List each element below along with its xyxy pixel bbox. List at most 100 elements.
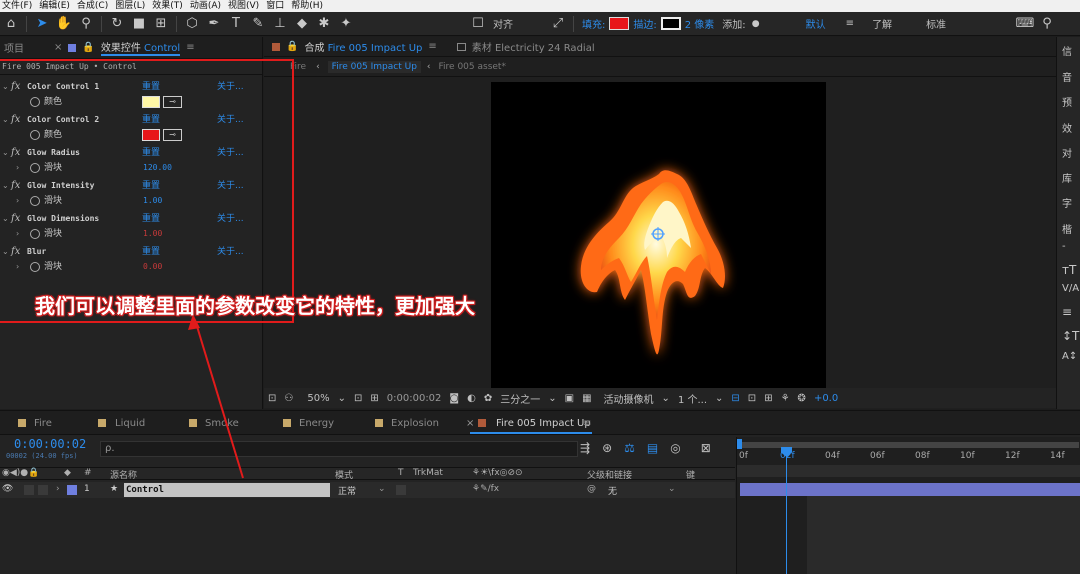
- draft-3d-icon[interactable]: ⊛: [602, 441, 612, 455]
- camera-select[interactable]: 活动摄像机: [604, 391, 654, 406]
- camera-tool-icon[interactable]: ■: [128, 14, 150, 34]
- about-link[interactable]: 关于...: [217, 179, 244, 193]
- close-icon[interactable]: ×: [54, 42, 62, 53]
- zoom-select[interactable]: 50%: [307, 393, 329, 404]
- exposure-value[interactable]: +0.0: [814, 393, 838, 404]
- panel-effects[interactable]: 效: [1062, 120, 1072, 135]
- stroke-width-value[interactable]: 2 像素: [685, 16, 715, 31]
- lock-icon[interactable]: 🔒: [82, 42, 94, 53]
- expand-chevron-icon[interactable]: ⌄: [2, 212, 9, 226]
- always-preview-icon[interactable]: ⊡: [268, 393, 276, 404]
- reset-link[interactable]: 重置: [142, 245, 160, 259]
- lock-icon[interactable]: 🔒: [286, 41, 298, 52]
- reset-link[interactable]: 重置: [142, 113, 160, 127]
- text-tool-icon[interactable]: T: [225, 14, 247, 34]
- effect-row[interactable]: ⌄ fx Glow Radius 重置 关于...: [0, 146, 262, 160]
- tab-timeline[interactable]: Liquid: [115, 418, 145, 429]
- about-link[interactable]: 关于...: [217, 146, 244, 160]
- timeline-icon[interactable]: ⊞: [764, 393, 772, 404]
- grid-icon[interactable]: ⊞: [370, 393, 378, 404]
- brush-tool-icon[interactable]: ✎: [247, 14, 269, 34]
- graph-editor-icon[interactable]: ⊠: [701, 441, 711, 455]
- transparency-grid-icon[interactable]: ▦: [582, 393, 591, 404]
- effect-row[interactable]: ⌄ fx Blur 重置 关于...: [0, 245, 262, 259]
- expand-chevron-icon[interactable]: ⌄: [2, 146, 9, 160]
- layer-label-color[interactable]: [67, 485, 77, 495]
- tab-timeline-active[interactable]: Fire 005 Impact Up: [496, 418, 591, 429]
- chevron-down-icon[interactable]: ⌄: [662, 393, 670, 404]
- channel-icon[interactable]: ✿: [484, 393, 492, 404]
- layer-row[interactable]: 👁 › 1 ★ Control 正常 ⌄ ⚘✎/fx @ 无 ⌄: [0, 482, 735, 498]
- effect-row[interactable]: ⌄ fx Color Control 2 重置 关于...: [0, 113, 262, 127]
- preserve-transparency-toggle[interactable]: [396, 485, 406, 495]
- vr-icon[interactable]: ⚇: [284, 393, 293, 404]
- fx-icon[interactable]: fx: [11, 179, 20, 193]
- tab-effect-controls[interactable]: 效果控件 Control: [100, 39, 181, 56]
- tab-timeline[interactable]: Explosion: [391, 418, 439, 429]
- roto-brush-tool-icon[interactable]: ✱: [313, 14, 335, 34]
- panel-library[interactable]: 库: [1062, 170, 1072, 185]
- chevron-down-icon[interactable]: ⌄: [378, 484, 386, 494]
- layer-search-input[interactable]: ρ.: [100, 441, 578, 457]
- stopwatch-icon[interactable]: [30, 262, 40, 272]
- about-link[interactable]: 关于...: [217, 245, 244, 259]
- menu-animation[interactable]: 动画(A): [188, 0, 226, 12]
- panel-align[interactable]: 对: [1062, 145, 1072, 160]
- tab-composition[interactable]: 合成 Fire 005 Impact Up: [304, 39, 422, 54]
- mode-header[interactable]: 模式: [335, 468, 353, 481]
- about-link[interactable]: 关于...: [217, 113, 244, 127]
- menu-effect[interactable]: 效果(T): [150, 0, 188, 12]
- fx-icon[interactable]: fx: [11, 245, 20, 259]
- color-swatch[interactable]: [142, 129, 160, 141]
- color-swatch[interactable]: [142, 96, 160, 108]
- hand-tool-icon[interactable]: ✋: [53, 14, 75, 34]
- show-snapshot-icon[interactable]: ◐: [467, 393, 476, 404]
- breadcrumb-item[interactable]: Fire: [290, 62, 306, 72]
- workspace-menu-icon[interactable]: ≡: [846, 18, 854, 29]
- menu-file[interactable]: 文件(F): [0, 0, 37, 12]
- source-name-header[interactable]: 源名称: [110, 468, 137, 481]
- stopwatch-icon[interactable]: [30, 163, 40, 173]
- property-value[interactable]: 0.00: [143, 260, 162, 274]
- stroke-color-swatch[interactable]: [660, 17, 681, 30]
- solo-toggle[interactable]: [24, 485, 34, 495]
- font-size-icon[interactable]: тT: [1062, 263, 1076, 277]
- property-value[interactable]: 1.00: [143, 227, 162, 241]
- layer-duration-bar[interactable]: [740, 483, 1080, 496]
- close-icon[interactable]: ×: [466, 418, 474, 429]
- reset-link[interactable]: 重置: [142, 212, 160, 226]
- expand-chevron-icon[interactable]: ⌄: [2, 179, 9, 193]
- chevron-down-icon[interactable]: ⌄: [668, 484, 676, 494]
- expand-chevron-icon[interactable]: ›: [56, 484, 60, 494]
- current-time[interactable]: 0:00:00:02: [387, 393, 442, 404]
- effect-row[interactable]: ⌄ fx Color Control 1 重置 关于...: [0, 80, 262, 94]
- resolution-select[interactable]: 三分之一: [500, 391, 540, 406]
- expand-chevron-icon[interactable]: ⌄: [2, 113, 9, 127]
- panel-menu-icon[interactable]: ≡: [186, 42, 194, 53]
- fx-icon[interactable]: fx: [11, 80, 20, 94]
- property-value[interactable]: 120.00: [143, 161, 172, 175]
- menu-composition[interactable]: 合成(C): [75, 0, 113, 12]
- baseline-icon[interactable]: A↕: [1062, 351, 1077, 362]
- chevron-down-icon[interactable]: ⌄: [548, 393, 556, 404]
- font-select[interactable]: 楷: [1062, 221, 1072, 236]
- parent-select[interactable]: 无: [608, 484, 617, 497]
- fx-icon[interactable]: fx: [11, 113, 20, 127]
- tab-project[interactable]: 项目: [4, 40, 24, 55]
- motion-blur-icon[interactable]: ◎: [670, 441, 680, 455]
- layer-name[interactable]: Control: [124, 483, 330, 497]
- fast-preview-icon[interactable]: ⊡: [748, 393, 756, 404]
- menu-view[interactable]: 视图(V): [226, 0, 264, 12]
- lock-toggle[interactable]: [38, 485, 48, 495]
- rotate-tool-icon[interactable]: ↻: [106, 14, 128, 34]
- home-icon[interactable]: ⌂: [0, 14, 22, 34]
- selection-tool-icon[interactable]: ➤: [31, 14, 53, 34]
- stopwatch-icon[interactable]: [30, 130, 40, 140]
- tab-timeline[interactable]: Energy: [299, 418, 334, 429]
- reset-link[interactable]: 重置: [142, 80, 160, 94]
- breadcrumb-item[interactable]: Fire 005 asset*: [439, 62, 506, 72]
- tab-timeline[interactable]: Smoke: [205, 418, 239, 429]
- anchor-tool-icon[interactable]: ⊞: [150, 14, 172, 34]
- pick-whip-icon[interactable]: @: [587, 484, 596, 494]
- playhead-line[interactable]: [786, 449, 787, 574]
